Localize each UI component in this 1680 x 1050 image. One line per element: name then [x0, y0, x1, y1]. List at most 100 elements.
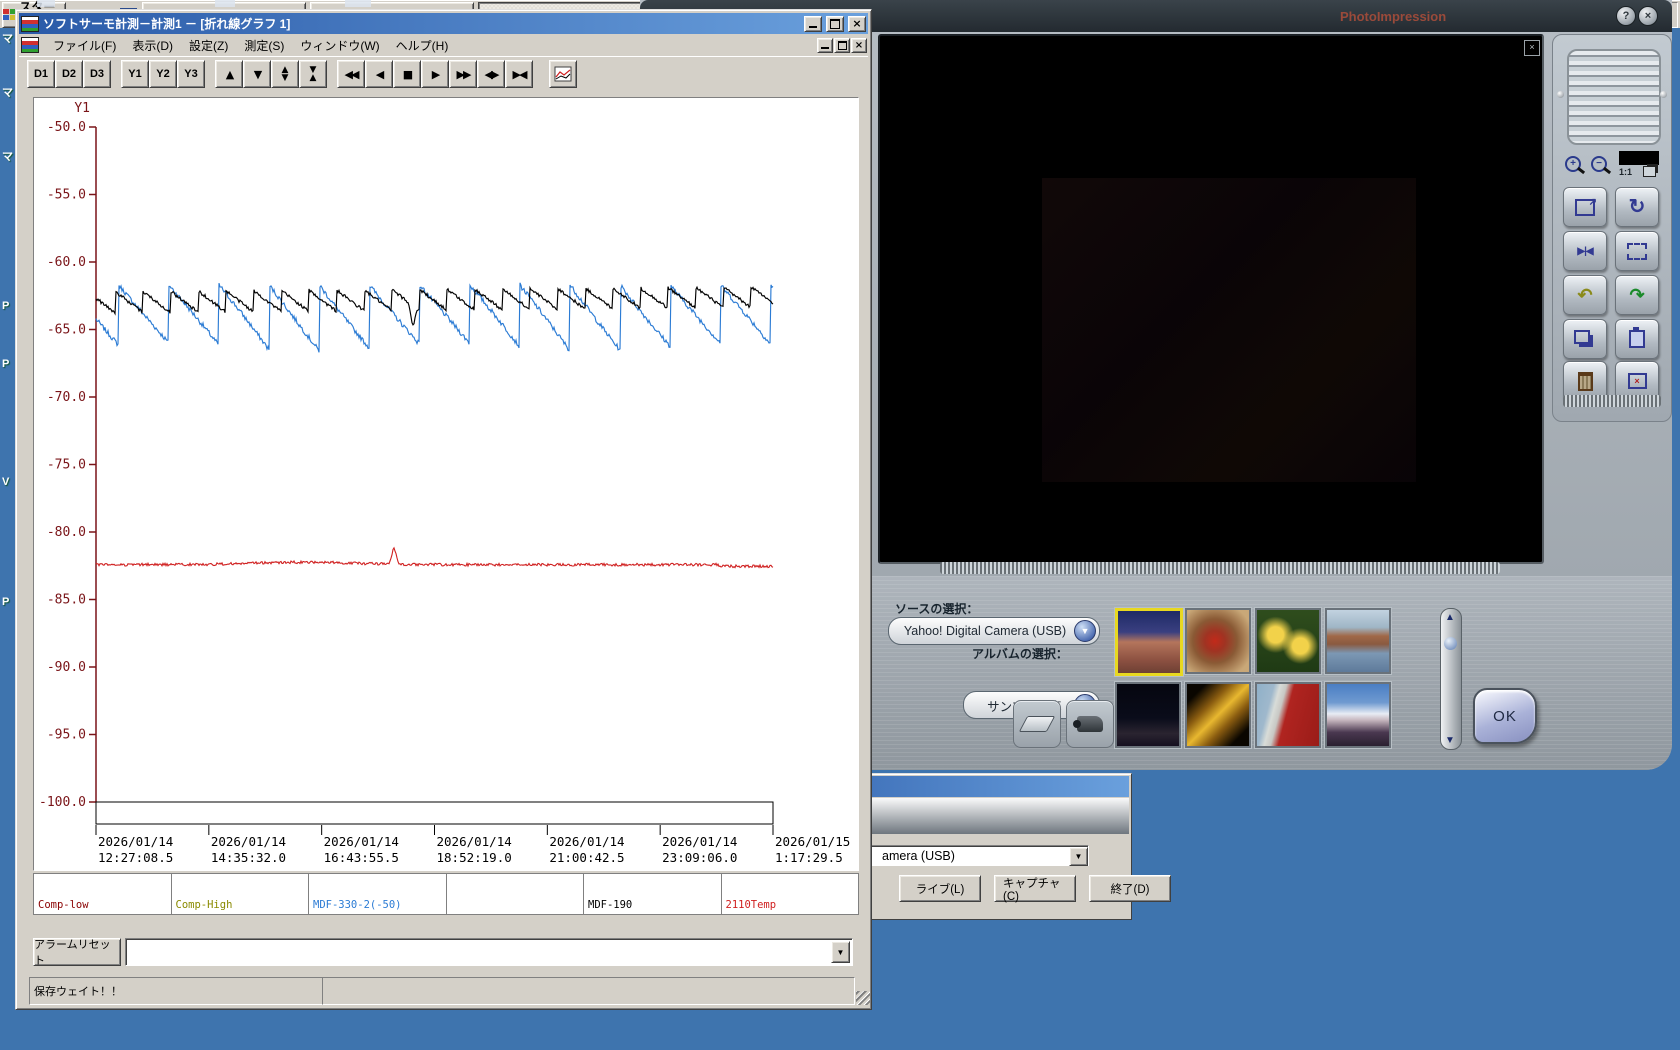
crop-rotate-button[interactable]	[1615, 231, 1659, 271]
thumbnail[interactable]	[1325, 608, 1391, 674]
scanner-button[interactable]	[1013, 700, 1061, 748]
redo-button[interactable]: ↷	[1615, 275, 1659, 315]
panel-divider	[940, 562, 1500, 574]
thumbnail[interactable]	[1115, 682, 1181, 748]
titlebar[interactable]: ソフトサーモ計測－計測1 － [折れ線グラフ 1] ×	[19, 13, 868, 34]
scroll-button[interactable]: ▲	[215, 60, 243, 88]
cascade-icon[interactable]	[1643, 166, 1656, 177]
svg-text:-50.0: -50.0	[47, 120, 86, 135]
resize-button[interactable]: ↗	[1563, 187, 1607, 227]
restore-button[interactable]	[826, 15, 844, 32]
arrow-icon: ▼	[281, 73, 289, 83]
svg-text:1:17:29.5: 1:17:29.5	[775, 850, 843, 865]
desktop-icon-fragment: マ	[2, 151, 13, 163]
svg-text:-90.0: -90.0	[47, 660, 86, 675]
copy-button[interactable]	[1563, 319, 1607, 359]
transport-button[interactable]: ◀◀	[337, 60, 365, 88]
menu-item[interactable]: 測定(S)	[236, 35, 292, 56]
axis-select-button[interactable]: Y1	[121, 60, 149, 88]
graph-settings-button[interactable]	[549, 60, 577, 88]
menu-item[interactable]: ファイル(F)	[45, 35, 124, 56]
menu-item[interactable]: 表示(D)	[124, 35, 181, 56]
resize-grip[interactable]	[856, 991, 870, 1005]
svg-text:14:35:32.0: 14:35:32.0	[211, 850, 286, 865]
app-icon	[21, 15, 39, 32]
thumbnail[interactable]	[1115, 608, 1183, 676]
thumbnail[interactable]	[1255, 682, 1321, 748]
channel-cell: MDF-190 CH5 [℃] -62.0	[584, 874, 722, 914]
chevron-down-icon[interactable]: ▼	[1069, 847, 1088, 866]
menu-item[interactable]: ヘルプ(H)	[388, 35, 457, 56]
scrollbar-knob[interactable]	[1444, 637, 1457, 650]
redo-icon: ↷	[1629, 284, 1645, 305]
dialog-button[interactable]: 終了(D)	[1089, 875, 1171, 902]
alarm-log-dropdown[interactable]: ▼	[125, 938, 853, 966]
scroll-button[interactable]: ▼ ▲	[299, 60, 327, 88]
rotate-icon: ↻	[1628, 196, 1646, 218]
chevron-down-icon[interactable]: ▼	[1074, 620, 1096, 642]
thumbnail[interactable]	[1255, 608, 1321, 674]
paste-button[interactable]	[1615, 319, 1659, 359]
axis-select-button[interactable]: Y2	[149, 60, 177, 88]
menu-item[interactable]: ウィンドウ(W)	[292, 35, 387, 56]
camcorder-icon	[1073, 716, 1103, 732]
scroll-down-icon[interactable]: ▼	[1441, 735, 1459, 746]
transport-button[interactable]: ▶▶	[449, 60, 477, 88]
transport-icon: ▶	[431, 67, 441, 81]
preview-close-button[interactable]: ×	[1524, 40, 1540, 56]
channel-cell: CH4 [] -----	[447, 874, 584, 914]
menu-item[interactable]: 設定(Z)	[181, 35, 236, 56]
dialog-button[interactable]: ライブ(L)	[899, 875, 981, 902]
scroll-up-icon[interactable]: ▲	[1441, 612, 1459, 623]
transport-button[interactable]: ◀	[365, 60, 393, 88]
help-button[interactable]: ?	[1616, 6, 1636, 26]
scroll-button[interactable]: ▲ ▼	[271, 60, 299, 88]
status-bar: 保存ウェイト！！	[29, 977, 323, 1005]
zoom-out-button[interactable]: −	[1587, 153, 1613, 179]
undo-button[interactable]: ↶	[1563, 275, 1607, 315]
transport-button[interactable]: ◀▶	[477, 60, 505, 88]
mdi-close-button[interactable]: ×	[851, 37, 867, 53]
close-button[interactable]: ×	[1638, 6, 1658, 26]
ok-button[interactable]: OK	[1473, 688, 1537, 744]
flip-horizontal-icon: ▶|◀	[1577, 245, 1593, 257]
transport-button[interactable]: ■	[393, 60, 421, 88]
channel-name: MDF-190	[588, 899, 633, 911]
data-select-button[interactable]: D2	[55, 60, 83, 88]
flip-horizontal-button[interactable]: ▶|◀	[1563, 231, 1607, 271]
chevron-down-icon[interactable]: ▼	[831, 941, 850, 963]
thumbnail[interactable]	[1185, 682, 1251, 748]
axis-select-button[interactable]: Y3	[177, 60, 205, 88]
thumbnail[interactable]	[1185, 608, 1251, 674]
minimize-button[interactable]	[804, 15, 822, 32]
data-select-button[interactable]: D1	[27, 60, 55, 88]
mdi-minimize-button[interactable]	[817, 37, 833, 53]
trash-icon	[1577, 371, 1593, 391]
graph-icon	[554, 66, 572, 82]
thumbnail-scrollbar[interactable]: ▲ ▼	[1440, 608, 1462, 750]
dialog-button[interactable]: キャプチャ(C)	[994, 875, 1076, 903]
line-chart-panel: -50.0 -55.0 -60.0 -65.0 -70.0 -75.0 -80.0 -85.0…	[33, 97, 859, 871]
data-select-button[interactable]: D3	[83, 60, 111, 88]
transport-button[interactable]: ▶	[421, 60, 449, 88]
camcorder-button[interactable]	[1066, 700, 1114, 748]
screw-icon	[1660, 91, 1667, 98]
thumbnail[interactable]	[1325, 682, 1391, 748]
rotate-button[interactable]: ↻	[1615, 187, 1659, 227]
scroll-button[interactable]: ▼	[243, 60, 271, 88]
zoom-in-button[interactable]: +	[1561, 153, 1587, 179]
image-preview-area: ×	[878, 34, 1544, 564]
mdi-child-icon[interactable]	[21, 37, 39, 53]
close-button[interactable]: ×	[848, 15, 866, 32]
zoom-display	[1619, 151, 1659, 165]
svg-text:2026/01/14: 2026/01/14	[98, 834, 173, 849]
source-select-dropdown[interactable]: Yahoo! Digital Camera (USB) ▼	[888, 617, 1100, 645]
transport-button[interactable]: ▶◀	[505, 60, 533, 88]
alarm-reset-button[interactable]: アラームリセット	[33, 938, 121, 967]
album-select-label: アルバムの選択：	[972, 647, 1068, 661]
channel-cell: Comp-low CH1 [℃] -----	[34, 874, 172, 914]
mdi-restore-button[interactable]	[834, 37, 850, 53]
panel-grip[interactable]	[1567, 49, 1661, 145]
captured-dark-image	[1042, 178, 1416, 482]
scanner-icon	[1018, 716, 1056, 732]
